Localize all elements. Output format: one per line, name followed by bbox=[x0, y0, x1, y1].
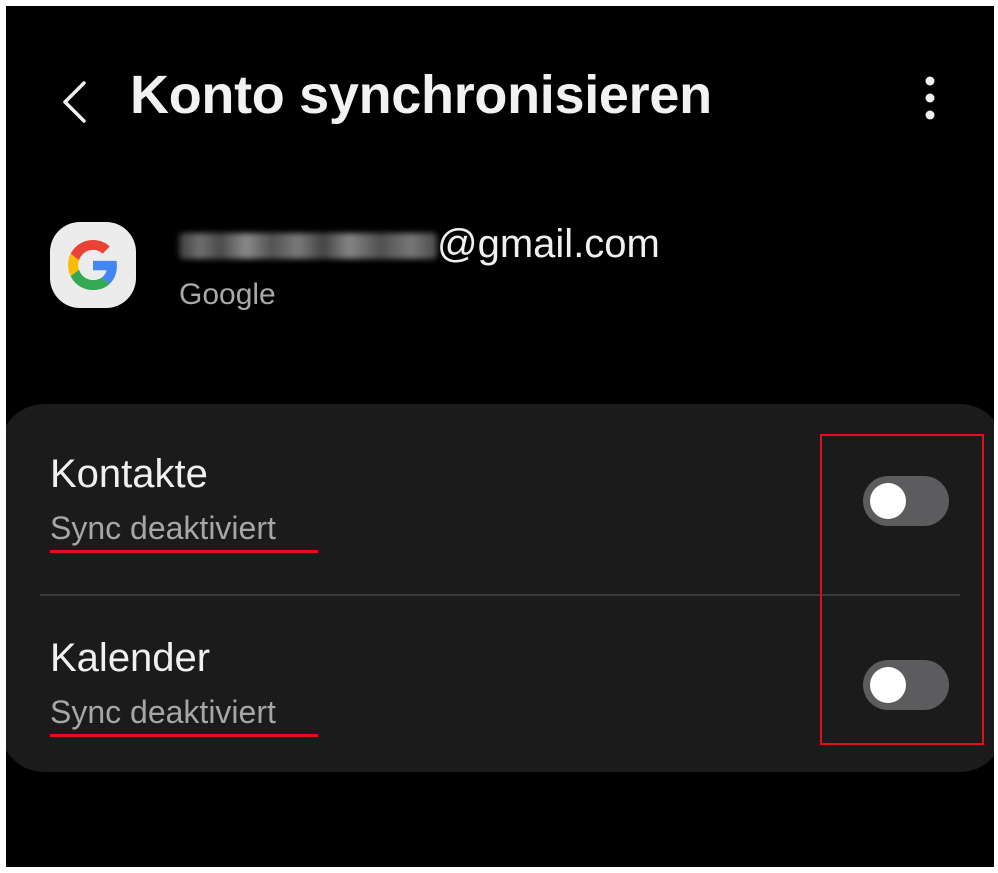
account-email: @gmail.com bbox=[179, 218, 660, 270]
calendar-sync-toggle[interactable] bbox=[863, 660, 949, 710]
sync-row-label: Kontakte bbox=[50, 452, 208, 496]
page-title: Konto synchronisieren bbox=[130, 65, 712, 125]
sync-settings-screen: Konto synchronisieren @gmail.com Google … bbox=[6, 6, 994, 867]
contacts-sync-toggle[interactable] bbox=[863, 476, 949, 526]
annotation-underline bbox=[50, 550, 318, 553]
google-account-icon bbox=[50, 222, 136, 308]
sync-row-contacts[interactable]: Kontakte Sync deaktiviert bbox=[6, 404, 994, 588]
back-button[interactable] bbox=[46, 72, 102, 132]
account-type: Google bbox=[179, 278, 276, 311]
annotation-underline bbox=[50, 734, 318, 737]
sync-row-label: Kalender bbox=[50, 636, 211, 680]
toggle-knob bbox=[870, 667, 906, 703]
sync-items-card: Kontakte Sync deaktiviert Kalender Sync … bbox=[6, 404, 994, 772]
sync-row-calendar[interactable]: Kalender Sync deaktiviert bbox=[6, 588, 994, 772]
sync-row-status: Sync deaktiviert bbox=[50, 510, 276, 546]
email-domain: @gmail.com bbox=[437, 221, 660, 266]
more-vertical-icon bbox=[925, 76, 935, 120]
toggle-knob bbox=[870, 483, 906, 519]
sync-row-status: Sync deaktiviert bbox=[50, 694, 276, 730]
chevron-left-icon bbox=[63, 81, 86, 123]
google-logo-icon bbox=[68, 240, 117, 290]
email-local-part-obscured bbox=[179, 233, 437, 259]
more-options-button[interactable] bbox=[906, 66, 954, 130]
